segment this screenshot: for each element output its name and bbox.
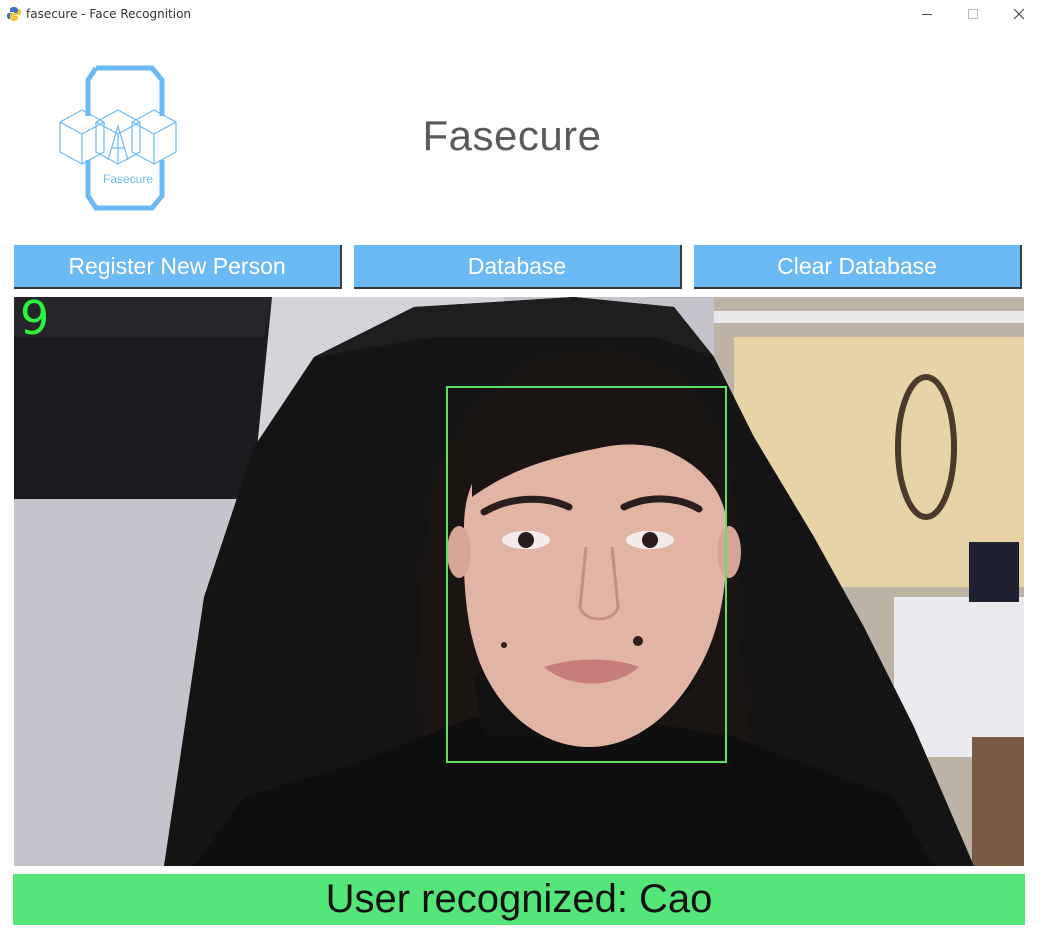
close-button[interactable]	[996, 0, 1040, 28]
close-icon	[1013, 8, 1025, 20]
window-title: fasecure - Face Recognition	[26, 7, 192, 21]
title-bar: fasecure - Face Recognition	[0, 0, 1040, 28]
register-new-person-button[interactable]: Register New Person	[14, 245, 342, 289]
app-window: fasecure - Face Recognition Fasecure Fas…	[0, 0, 1040, 933]
minimize-icon	[922, 14, 932, 15]
database-button[interactable]: Database	[354, 245, 682, 289]
maximize-icon	[968, 9, 978, 19]
clear-database-button[interactable]: Clear Database	[694, 245, 1022, 289]
recognition-status: User recognized: Cao	[13, 874, 1025, 925]
logo-text: Fasecure	[103, 172, 153, 186]
fasecure-logo: Fasecure	[56, 64, 180, 212]
app-title: Fasecure	[422, 112, 602, 159]
face-detection-box	[446, 386, 727, 763]
maximize-button[interactable]	[950, 0, 996, 28]
fps-counter: 9	[20, 297, 50, 345]
minimize-button[interactable]	[904, 0, 950, 28]
python-icon	[7, 7, 21, 21]
camera-feed: 9	[14, 297, 1024, 866]
